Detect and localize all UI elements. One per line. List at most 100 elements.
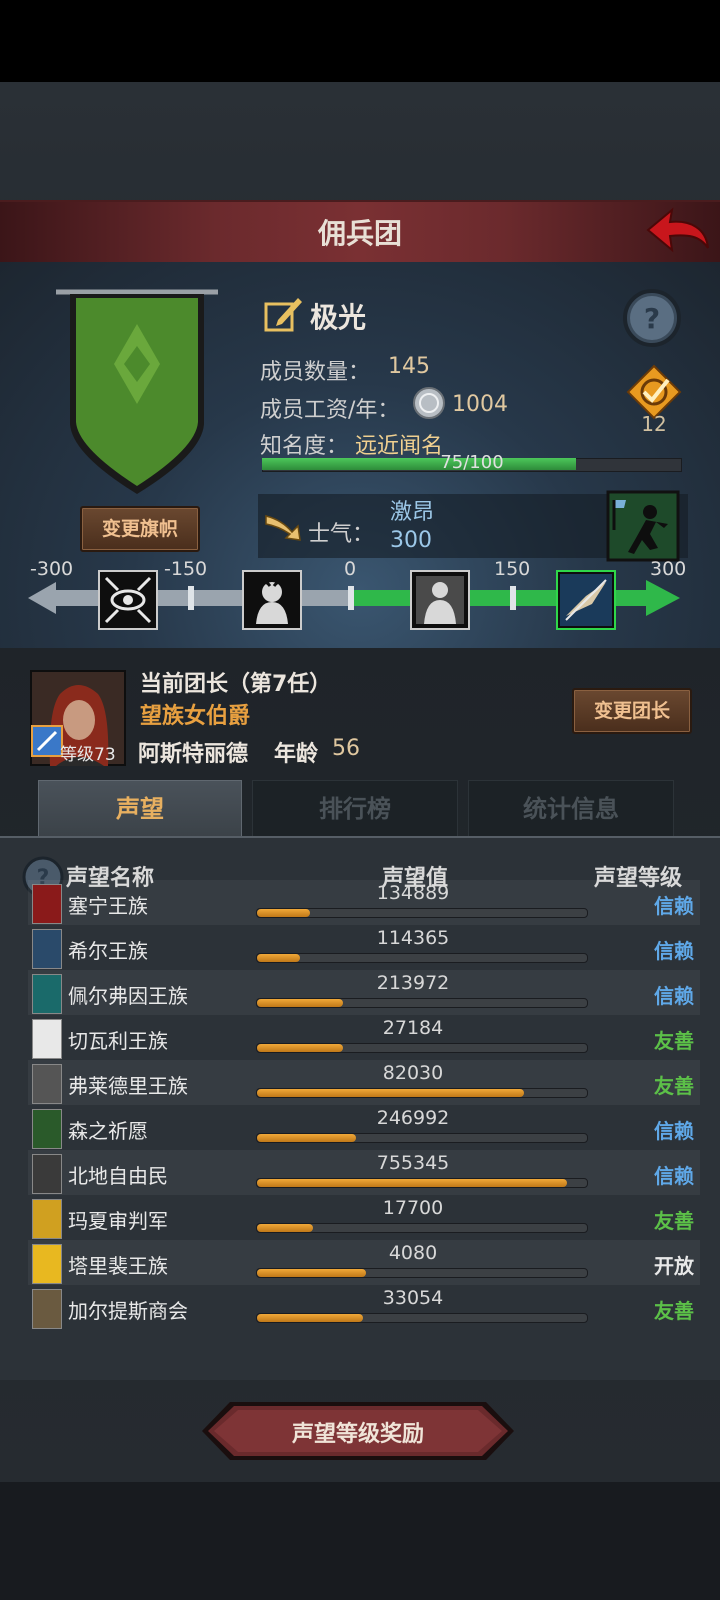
- reputation-progress-bar: [256, 1178, 588, 1188]
- badge-count: 12: [641, 412, 667, 436]
- tab-statistics[interactable]: 统计信息: [468, 780, 674, 838]
- morale-inspired-icon: [556, 570, 616, 630]
- faction-name: 弗莱德里王族: [68, 1074, 188, 1098]
- captain-age-label: 年龄: [274, 742, 319, 767]
- reputation-progress-fill: [257, 1134, 356, 1142]
- reputation-progress-fill: [257, 999, 343, 1007]
- faction-name: 玛夏审判军: [68, 1209, 168, 1233]
- reputation-level: 开放: [654, 1254, 694, 1278]
- reputation-level: 信赖: [654, 1119, 694, 1143]
- svg-text:?: ?: [644, 302, 660, 335]
- status-bar: [0, 0, 720, 82]
- captain-title: 望族女伯爵: [140, 704, 251, 729]
- faction-crest-icon: [32, 929, 62, 969]
- guild-name: 极光: [310, 301, 367, 334]
- faction-name: 佩尔弗因王族: [68, 984, 188, 1008]
- reputation-value: 755345: [376, 1152, 450, 1174]
- reputation-level: 友善: [654, 1074, 694, 1098]
- tab-bar: 声望 排行榜 统计信息: [38, 780, 692, 838]
- help-icon[interactable]: ?: [622, 288, 682, 348]
- reputation-level: 信赖: [654, 894, 694, 918]
- reputation-progress-bar: [256, 953, 588, 963]
- reputation-value: 114365: [376, 927, 450, 949]
- reputation-value: 27184: [382, 1017, 444, 1039]
- member-count-value: 145: [388, 354, 430, 379]
- morale-tick-label: -300: [30, 558, 74, 580]
- reputation-progress-fill: [257, 1269, 366, 1277]
- reputation-progress-bar: [256, 1223, 588, 1233]
- faction-crest-icon: [32, 1199, 62, 1239]
- reputation-value: 82030: [382, 1062, 444, 1084]
- reputation-row[interactable]: 切瓦利王族 27184 友善: [28, 1015, 700, 1060]
- reputation-value: 17700: [382, 1197, 444, 1219]
- tab-ranking[interactable]: 排行榜: [252, 780, 458, 838]
- faction-crest-icon: [32, 974, 62, 1014]
- faction-crest-icon: [32, 1289, 62, 1329]
- reputation-reward-label: 声望等级奖励: [291, 1422, 424, 1447]
- reputation-progress-bar: [256, 1088, 588, 1098]
- reputation-row[interactable]: 希尔王族 114365 信赖: [28, 925, 700, 970]
- reputation-value: 213972: [376, 972, 450, 994]
- change-captain-button[interactable]: 变更团长: [572, 688, 692, 734]
- reputation-progress-fill: [257, 909, 310, 917]
- change-flag-button[interactable]: 变更旗帜: [80, 506, 200, 552]
- reputation-progress-bar: [256, 1043, 588, 1053]
- reputation-progress-bar: [256, 1268, 588, 1278]
- reputation-progress-fill: [257, 1089, 525, 1097]
- faction-crest-icon: [32, 884, 62, 924]
- morale-value: 300: [390, 528, 432, 553]
- guild-banner-icon[interactable]: [52, 284, 222, 504]
- reputation-progress-fill: [257, 1179, 568, 1187]
- reputation-level: 友善: [654, 1029, 694, 1053]
- faction-crest-icon: [32, 1064, 62, 1104]
- reputation-value: 134889: [376, 882, 450, 904]
- member-count-label: 成员数量：: [260, 360, 371, 385]
- faction-crest-icon: [32, 1109, 62, 1149]
- reputation-level: 友善: [654, 1299, 694, 1323]
- faction-name: 塞宁王族: [68, 894, 148, 918]
- morale-tick-label: 0: [344, 558, 357, 580]
- faction-name: 森之祈愿: [68, 1119, 148, 1143]
- faction-crest-icon: [32, 1244, 62, 1284]
- reputation-row[interactable]: 森之祈愿 246992 信赖: [28, 1105, 700, 1150]
- reputation-progress-fill: [257, 954, 300, 962]
- faction-crest-icon: [32, 1154, 62, 1194]
- reputation-row[interactable]: 北地自由民 755345 信赖: [28, 1150, 700, 1195]
- reputation-progress-bar: [256, 1133, 588, 1143]
- faction-crest-icon: [32, 1019, 62, 1059]
- morale-calm-icon: [410, 570, 470, 630]
- reputation-value: 246992: [376, 1107, 450, 1129]
- reputation-level: 信赖: [654, 984, 694, 1008]
- back-arrow-icon[interactable]: [646, 206, 710, 256]
- bottom-area: [0, 1482, 720, 1600]
- tab-reputation[interactable]: 声望: [38, 780, 242, 838]
- faction-name: 加尔提斯商会: [68, 1299, 188, 1323]
- silver-coin-icon: [413, 387, 445, 419]
- morale-tick-label: -150: [164, 558, 208, 580]
- reputation-value: 33054: [382, 1287, 444, 1309]
- reputation-value: 4080: [388, 1242, 438, 1264]
- captain-level: 等级73: [60, 745, 116, 765]
- morale-label: 士气：: [308, 522, 375, 547]
- reputation-level: 友善: [654, 1209, 694, 1233]
- reputation-progress-fill: [257, 1224, 314, 1232]
- reputation-row[interactable]: 玛夏审判军 17700 友善: [28, 1195, 700, 1240]
- reputation-row[interactable]: 塔里裴王族 4080 开放: [28, 1240, 700, 1285]
- morale-terror-icon: [98, 570, 158, 630]
- captain-prefix: 当前团长（第7任）: [140, 672, 332, 697]
- fame-progress-text: 75/100: [440, 452, 504, 473]
- reputation-row[interactable]: 佩尔弗因王族 213972 信赖: [28, 970, 700, 1015]
- reputation-progress-bar: [256, 998, 588, 1008]
- faction-name: 北地自由民: [68, 1164, 168, 1188]
- morale-charge-icon[interactable]: [606, 490, 680, 562]
- morale-state: 激昂: [390, 500, 435, 525]
- reputation-progress-bar: [256, 908, 588, 918]
- reputation-row[interactable]: 加尔提斯商会 33054 友善: [28, 1285, 700, 1330]
- reputation-row[interactable]: 弗莱德里王族 82030 友善: [28, 1060, 700, 1105]
- edit-name-icon[interactable]: [264, 294, 304, 332]
- morale-despair-icon: [242, 570, 302, 630]
- reputation-level: 信赖: [654, 939, 694, 963]
- faction-name: 塔里裴王族: [68, 1254, 168, 1278]
- reputation-row[interactable]: 塞宁王族 134889 信赖: [28, 880, 700, 925]
- reputation-progress-fill: [257, 1314, 363, 1322]
